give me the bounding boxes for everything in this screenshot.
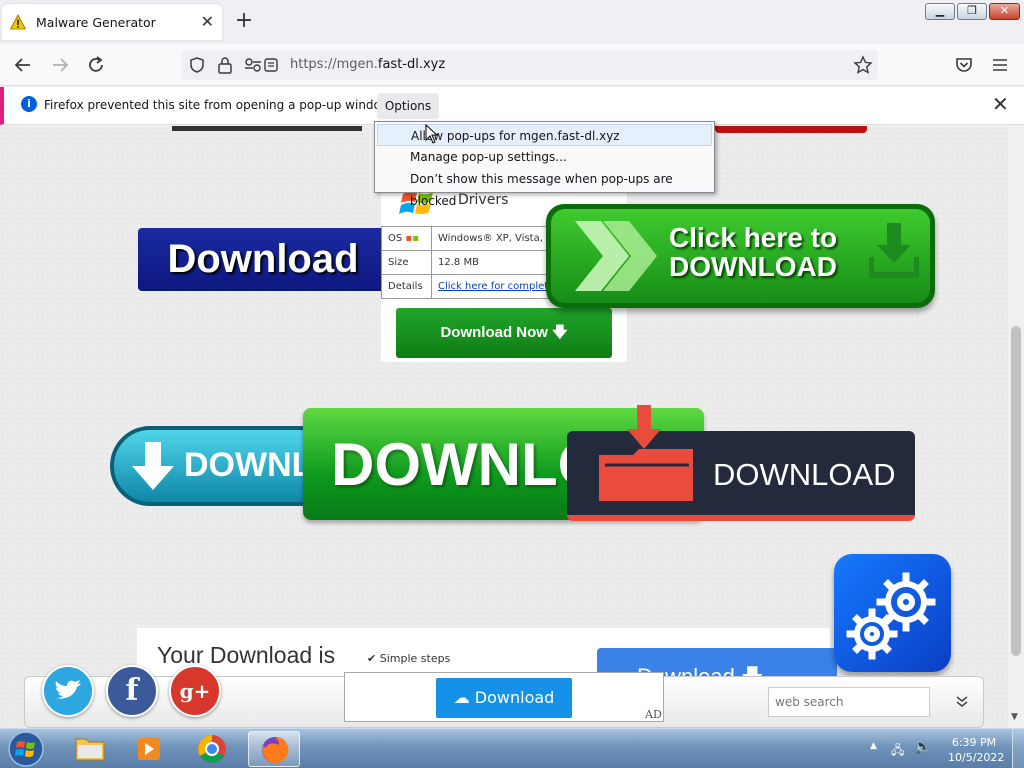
network-icon[interactable]: 🖧 [891, 741, 904, 762]
download-now-label: Download Now [440, 324, 548, 341]
forward-arrow-icon [53, 58, 69, 72]
tray-expand-icon[interactable]: ▲ [870, 741, 877, 751]
down-arrow-icon: 🡇 [552, 324, 568, 341]
click-here-text: Click here to DOWNLOAD [669, 223, 837, 281]
decorative-bar [172, 126, 362, 131]
menu-item-manage-popup-settings[interactable]: Manage pop-up settings... [377, 146, 712, 168]
system-clock[interactable]: 6:39 PM 10/5/2022 [948, 735, 1005, 765]
check-icon: ✔ [367, 652, 380, 665]
new-tab-button[interactable]: + [232, 10, 256, 34]
chevron-arrows-icon [575, 221, 657, 291]
app-menu-button[interactable] [988, 53, 1012, 77]
close-notification-icon[interactable]: ✕ [992, 92, 1009, 116]
close-window-button[interactable]: ✕ [989, 3, 1020, 20]
navigation-toolbar: https://mgen.fast-dl.xyz [0, 44, 1024, 86]
ad-label: AD [645, 708, 662, 721]
gears-icon [846, 572, 936, 660]
ad-download-button[interactable]: ☁ Download [436, 678, 572, 718]
twitter-share-button[interactable] [42, 665, 94, 717]
google-plus-share-button[interactable]: g+ [169, 665, 221, 717]
chrome-icon [198, 735, 226, 763]
facebook-share-button[interactable]: f [106, 665, 158, 717]
web-search-input[interactable]: web search [768, 687, 930, 717]
reload-icon [89, 56, 103, 72]
reload-button[interactable] [84, 53, 108, 77]
download-button-dark[interactable]: DOWNLOAD [567, 405, 915, 521]
url-prefix: https://mgen. [290, 57, 378, 72]
tab-bar: Malware Generator ✕ + ▁ ❐ ✕ [0, 0, 1024, 44]
url-text[interactable]: https://mgen.fast-dl.xyz [290, 57, 445, 72]
minimize-button[interactable]: ▁ [925, 3, 955, 20]
options-button[interactable]: Options [377, 93, 439, 119]
mouse-pointer-icon [425, 124, 439, 144]
details-link[interactable]: Click here for complete [438, 281, 554, 292]
url-bar[interactable]: https://mgen.fast-dl.xyz [182, 50, 878, 80]
scroll-down-arrow-icon[interactable]: ▼ [1011, 712, 1018, 722]
cloud-download-icon: ☁ [453, 688, 470, 707]
ad-banner: ☁ Download AD [344, 672, 664, 722]
dark-button-label: DOWNLOAD [713, 457, 896, 492]
windows-start-orb-icon [8, 731, 44, 767]
steps-item-label: Simple steps [379, 652, 451, 665]
forward-button[interactable] [48, 53, 72, 77]
gear-settings-tile[interactable] [834, 554, 951, 672]
download-info-title: Your Download is [157, 642, 336, 668]
taskbar-firefox[interactable] [248, 731, 300, 767]
taskbar-media-player[interactable] [122, 731, 174, 767]
back-button[interactable] [11, 53, 35, 77]
taskbar-explorer[interactable] [64, 731, 116, 767]
windows-taskbar: ▲ 🖧 🔈 6:39 PM 10/5/2022 [0, 728, 1024, 768]
lock-icon[interactable] [217, 56, 233, 74]
steps-item: ✔ Simple steps [367, 652, 450, 665]
permissions-icon[interactable] [244, 57, 280, 73]
click-here-inner: Click here to DOWNLOAD [551, 209, 930, 303]
chevron-down-icon[interactable] [955, 696, 969, 711]
shield-icon[interactable] [188, 56, 206, 74]
click-here-download-button[interactable]: Click here to DOWNLOAD [546, 204, 935, 308]
close-tab-icon[interactable]: ✕ [201, 14, 214, 30]
folder-download-icon [599, 405, 693, 501]
twitter-bird-icon [55, 680, 81, 699]
table-cell: OS ▪▪ [381, 226, 432, 251]
os-label: OS [388, 233, 403, 244]
size-label: Size [381, 250, 432, 275]
vertical-scrollbar[interactable]: ▼ [1008, 126, 1024, 728]
scrollbar-thumb[interactable] [1011, 326, 1021, 656]
details-label: Details [381, 274, 432, 299]
decorative-bar [715, 126, 867, 133]
menu-item-dont-show-message[interactable]: Don’t show this message when pop-ups are… [377, 168, 712, 208]
taskbar-chrome[interactable] [186, 731, 238, 767]
click-here-line2: DOWNLOAD [669, 251, 837, 282]
down-arrow-icon [132, 442, 174, 490]
show-desktop-button[interactable] [1012, 729, 1024, 768]
start-button[interactable] [4, 729, 48, 768]
download-button-navy[interactable]: Download [138, 228, 388, 291]
volume-icon[interactable]: 🔈 [914, 739, 931, 755]
pocket-icon [956, 58, 972, 72]
pocket-button[interactable] [952, 53, 976, 77]
bookmark-star-icon[interactable] [853, 55, 873, 75]
firefox-icon [262, 737, 289, 763]
info-icon: i [21, 96, 37, 112]
download-tray-icon [869, 223, 919, 278]
download-now-button[interactable]: Download Now 🡇 [396, 308, 612, 358]
url-domain: fast-dl.xyz [377, 57, 446, 72]
media-player-icon [138, 738, 160, 760]
maximize-button[interactable]: ❐ [957, 3, 987, 20]
ad-button-label: Download [474, 688, 555, 707]
back-arrow-icon [14, 58, 30, 72]
warning-icon [10, 14, 26, 30]
clock-date: 10/5/2022 [948, 751, 1005, 764]
browser-tab[interactable]: Malware Generator ✕ [2, 4, 222, 40]
click-here-line1: Click here to [669, 222, 838, 253]
web-page-content: Download Update Windows 10 Drivers OS ▪▪… [0, 126, 1008, 728]
popup-blocked-notification: i Firefox prevented this site from openi… [0, 87, 1024, 125]
tab-title: Malware Generator [36, 14, 156, 30]
notification-message: Firefox prevented this site from opening… [44, 98, 394, 112]
folder-icon [75, 738, 105, 761]
clock-time: 6:39 PM [951, 736, 997, 749]
hamburger-menu-icon [993, 59, 1007, 71]
